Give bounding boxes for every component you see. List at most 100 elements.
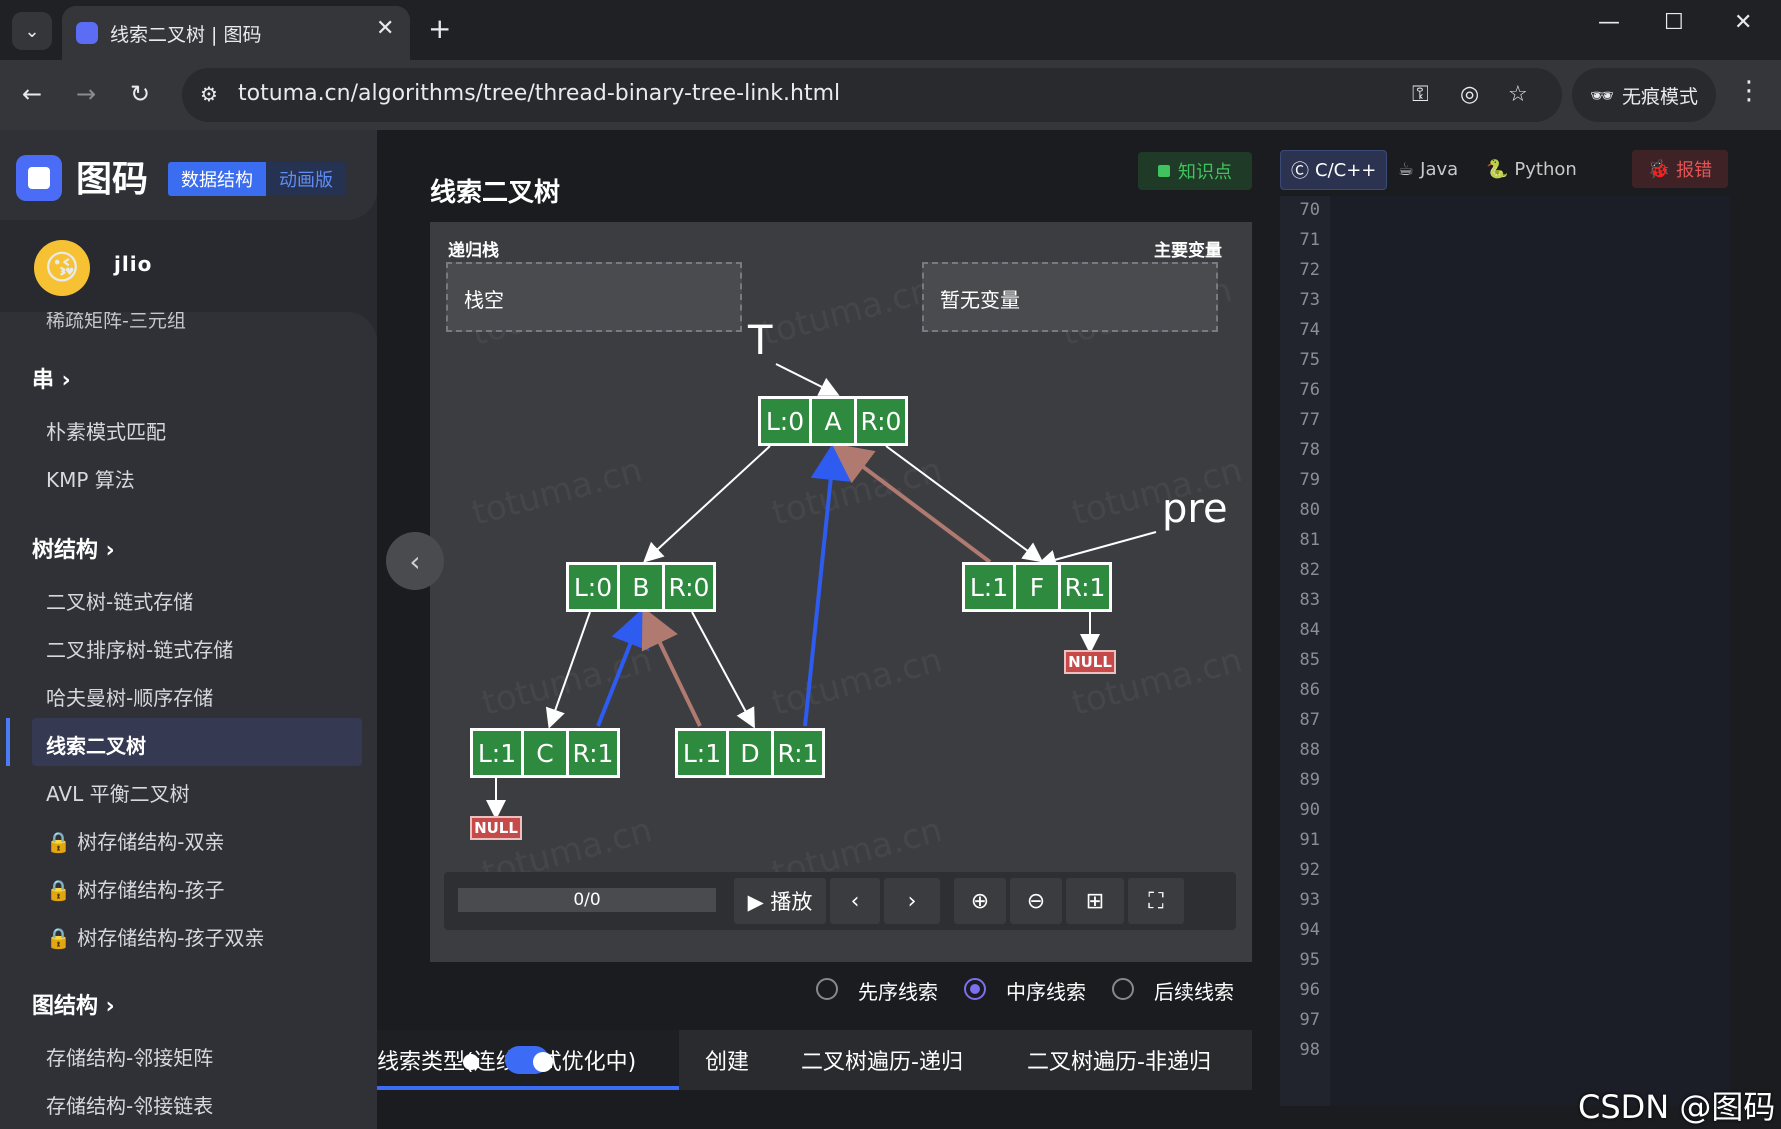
- sidebar-item-adj-matrix[interactable]: 存储结构-邻接矩阵: [46, 1042, 213, 1071]
- sidebar-item-naive-match[interactable]: 朴素模式匹配: [46, 416, 166, 445]
- sidebar-item-sparse-matrix[interactable]: 稀疏矩阵-三元组: [46, 312, 186, 333]
- badge-animation[interactable]: 动画版: [266, 162, 346, 196]
- next-step-button[interactable]: ›: [884, 878, 940, 924]
- code-viewer[interactable]: 70 71 72 73 74 75 76 77 78 79 80 81 82 8…: [1280, 196, 1730, 1106]
- minimize-icon[interactable]: —: [1598, 10, 1620, 35]
- star-icon[interactable]: ☆: [1508, 82, 1528, 107]
- tree-node-c[interactable]: L:1 C R:1: [470, 728, 620, 778]
- incognito-label: 无痕模式: [1622, 85, 1699, 108]
- browser-tab-bar: ⌄ 线索二叉树 | 图码 ✕ + — ☐ ✕: [0, 0, 1781, 60]
- sidebar-item-tree-child-parent[interactable]: 🔒 树存储结构-孩子双亲: [46, 922, 264, 951]
- omnibox[interactable]: ⚙ totuma.cn/algorithms/tree/thread-binar…: [182, 68, 1562, 122]
- sidebar-item-adj-list[interactable]: 存储结构-邻接链表: [46, 1090, 213, 1119]
- key-icon[interactable]: ⚿: [1412, 82, 1429, 107]
- node-value: A: [812, 399, 854, 443]
- radio-postorder-label[interactable]: 后续线索: [1154, 976, 1234, 1005]
- username[interactable]: jlio: [114, 252, 152, 276]
- tree-node-b[interactable]: L:0 B R:0: [566, 562, 716, 612]
- tab-underline: [377, 1086, 679, 1090]
- browser-tab[interactable]: 线索二叉树 | 图码 ✕: [62, 6, 410, 60]
- section-graph[interactable]: 图结构 ›: [32, 988, 115, 1020]
- tab-traverse-recursive[interactable]: 二叉树遍历-递归: [801, 1044, 963, 1076]
- sidebar-item-label: 树存储结构-双亲: [77, 830, 225, 854]
- tree-node-a[interactable]: L:0 A R:0: [758, 396, 908, 446]
- node-rtag: R:0: [665, 565, 713, 609]
- sidebar-nav: 稀疏矩阵-三元组 串 › 朴素模式匹配 KMP 算法 树结构 › 二叉树-链式存…: [0, 312, 377, 1129]
- close-window-icon[interactable]: ✕: [1734, 10, 1752, 35]
- zoom-in-button[interactable]: ⊕: [954, 878, 1006, 924]
- forward-arrow-icon[interactable]: →: [76, 80, 96, 108]
- node-ltag: L:1: [678, 731, 726, 775]
- radio-postorder[interactable]: [1112, 978, 1134, 1000]
- progress-bar[interactable]: 0/0: [458, 888, 716, 912]
- page: 图码 数据结构 动画版 😘 jlio 稀疏矩阵-三元组 串 › 朴素模式匹配 K…: [0, 130, 1781, 1129]
- line-number: 85: [1299, 650, 1320, 670]
- new-tab-icon[interactable]: +: [428, 12, 451, 45]
- section-string[interactable]: 串 ›: [32, 362, 71, 394]
- url-text[interactable]: totuma.cn/algorithms/tree/thread-binary-…: [238, 81, 840, 106]
- browser-menu-icon[interactable]: ⋮: [1736, 76, 1762, 106]
- tree-node-d[interactable]: L:1 D R:1: [675, 728, 825, 778]
- maximize-icon[interactable]: ☐: [1664, 10, 1684, 35]
- badge-data-structure[interactable]: 数据结构: [168, 162, 266, 196]
- logo-icon[interactable]: [16, 155, 62, 201]
- line-number: 78: [1299, 440, 1320, 460]
- zoom-out-button[interactable]: ⊖: [1010, 878, 1062, 924]
- fullscreen-button[interactable]: ⛶: [1128, 878, 1184, 924]
- report-label: 报错: [1676, 160, 1713, 181]
- sidebar-item-binary-tree-link[interactable]: 二叉树-链式存储: [46, 586, 193, 615]
- prev-step-button[interactable]: ‹: [830, 878, 880, 924]
- sidebar-item-kmp[interactable]: KMP 算法: [46, 464, 135, 493]
- collapse-sidebar-button[interactable]: ‹: [386, 532, 444, 590]
- chevron-right-icon: ›: [907, 888, 917, 914]
- node-value: B: [620, 565, 662, 609]
- tab-search-chevron-icon[interactable]: ⌄: [12, 12, 52, 50]
- visualization-canvas[interactable]: totuma.cn totuma.cn totuma.cn totuma.cn …: [430, 222, 1252, 1004]
- line-number: 74: [1299, 320, 1320, 340]
- lang-label: C/C++: [1315, 159, 1377, 181]
- sidebar-item-tree-parent[interactable]: 🔒 树存储结构-双亲: [46, 826, 224, 855]
- play-button[interactable]: ▶ 播放: [734, 878, 826, 924]
- lang-python[interactable]: 🐍 Python: [1486, 150, 1577, 188]
- line-number: 95: [1299, 950, 1320, 970]
- node-value: F: [1016, 565, 1058, 609]
- sidebar-item-bst-link[interactable]: 二叉排序树-链式存储: [46, 634, 233, 663]
- cursor-dot: [533, 1052, 553, 1072]
- csdn-watermark: CSDN @图码: [1578, 1088, 1776, 1126]
- report-error-button[interactable]: 🐞 报错: [1632, 150, 1728, 188]
- back-arrow-icon[interactable]: ←: [22, 80, 42, 108]
- zoom-out-icon: ⊖: [1026, 888, 1046, 914]
- reload-icon[interactable]: ↻: [130, 80, 150, 108]
- line-number: 77: [1299, 410, 1320, 430]
- avatar[interactable]: 😘: [34, 240, 90, 296]
- sidebar-item-tree-child[interactable]: 🔒 树存储结构-孩子: [46, 874, 224, 903]
- tree-node-f[interactable]: L:1 F R:1: [962, 562, 1112, 612]
- radio-inorder-label[interactable]: 中序线索: [1006, 976, 1086, 1005]
- site-info-icon[interactable]: ⚙: [200, 82, 218, 106]
- section-tree[interactable]: 树结构 ›: [32, 532, 115, 564]
- radio-inorder[interactable]: [964, 978, 986, 1000]
- sidebar-item-huffman[interactable]: 哈夫曼树-顺序存储: [46, 682, 213, 711]
- fit-button[interactable]: ⊞: [1066, 878, 1124, 924]
- incognito-button[interactable]: 🕶 无痕模式: [1572, 68, 1716, 122]
- lang-java[interactable]: ☕ Java: [1398, 150, 1458, 188]
- knowledge-button[interactable]: 知识点: [1138, 152, 1252, 190]
- node-value: C: [524, 731, 566, 775]
- close-tab-icon[interactable]: ✕: [376, 16, 394, 41]
- active-indicator: [6, 718, 10, 766]
- pointer-t: T: [748, 318, 773, 364]
- node-rtag: R:1: [774, 731, 822, 775]
- chevron-left-icon: ‹: [850, 888, 860, 914]
- lang-cpp[interactable]: Ⓒ C/C++: [1280, 150, 1388, 190]
- tree-edge: [545, 611, 591, 729]
- logo-text[interactable]: 图码: [76, 150, 148, 202]
- lock-icon: 🔒: [46, 830, 71, 854]
- lang-label: Java: [1420, 158, 1459, 180]
- tab-traverse-iterative[interactable]: 二叉树遍历-非递归: [1027, 1044, 1211, 1076]
- eye-off-icon[interactable]: ◎: [1460, 82, 1479, 107]
- tab-create[interactable]: 创建: [705, 1044, 749, 1076]
- sidebar-item-avl[interactable]: AVL 平衡二叉树: [46, 778, 190, 807]
- radio-preorder[interactable]: [816, 978, 838, 1000]
- line-number: 76: [1299, 380, 1320, 400]
- radio-preorder-label[interactable]: 先序线索: [858, 976, 938, 1005]
